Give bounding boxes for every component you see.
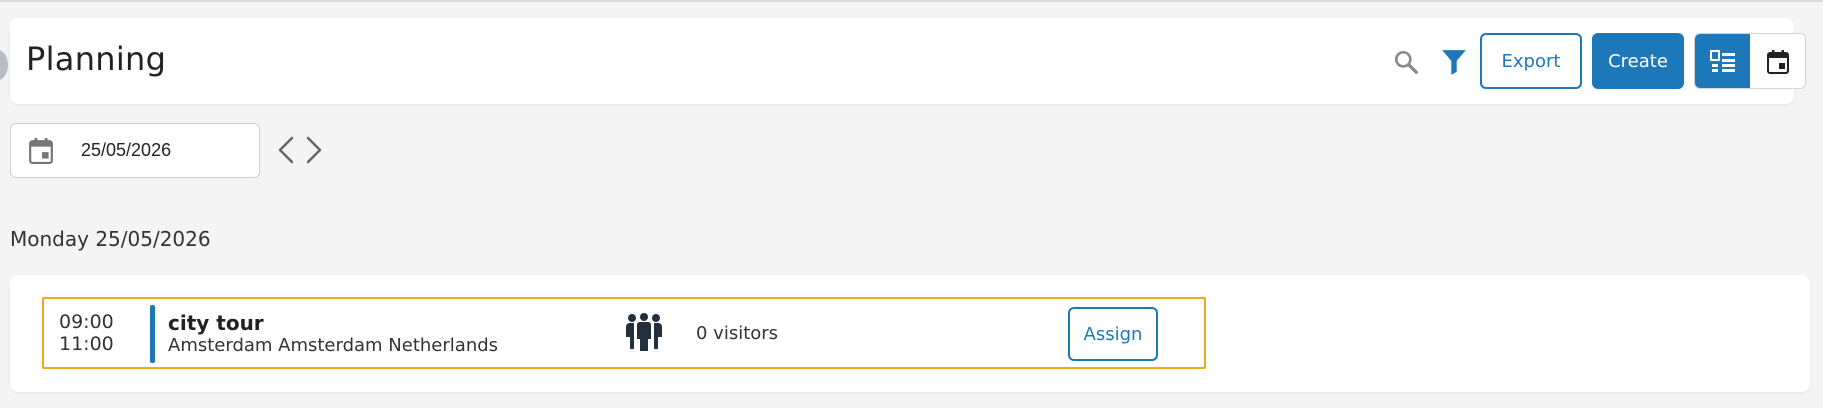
event-list: 09:00 11:00 city tour Amsterdam Amsterda… (10, 275, 1810, 392)
previous-day-button[interactable] (272, 132, 300, 168)
next-day-button[interactable] (300, 132, 328, 168)
list-view-button[interactable] (1695, 34, 1750, 88)
people-icon (626, 313, 662, 351)
filter-icon (1442, 50, 1466, 75)
event-row[interactable]: 09:00 11:00 city tour Amsterdam Amsterda… (42, 297, 1206, 369)
assign-button[interactable]: Assign (1068, 307, 1158, 361)
search-button[interactable] (1386, 42, 1426, 82)
event-end-time: 11:00 (59, 333, 114, 355)
export-button[interactable]: Export (1480, 33, 1582, 89)
date-picker-button[interactable] (23, 133, 59, 169)
filter-button[interactable] (1434, 42, 1474, 82)
event-start-time: 09:00 (59, 311, 114, 333)
search-icon (1394, 50, 1418, 74)
header-bar: Planning Export Create (10, 18, 1806, 104)
date-input[interactable] (81, 140, 251, 161)
page-title: Planning (26, 40, 167, 78)
create-button[interactable]: Create (1592, 33, 1684, 89)
list-view-icon (1709, 50, 1735, 72)
day-heading: Monday 25/05/2026 (10, 227, 211, 251)
visitors-count: 0 visitors (696, 323, 779, 344)
sidebar-toggle-handle[interactable] (0, 50, 8, 80)
chevron-right-icon (306, 136, 322, 164)
event-color-bar (150, 305, 155, 363)
event-location: Amsterdam Amsterdam Netherlands (168, 335, 499, 356)
calendar-icon (29, 137, 53, 164)
chevron-left-icon (278, 136, 294, 164)
date-filter[interactable] (10, 123, 260, 178)
calendar-icon (1766, 50, 1789, 74)
view-toggle (1694, 33, 1806, 89)
calendar-view-button[interactable] (1750, 34, 1805, 88)
top-divider (0, 0, 1823, 2)
event-title: city tour (168, 311, 264, 335)
